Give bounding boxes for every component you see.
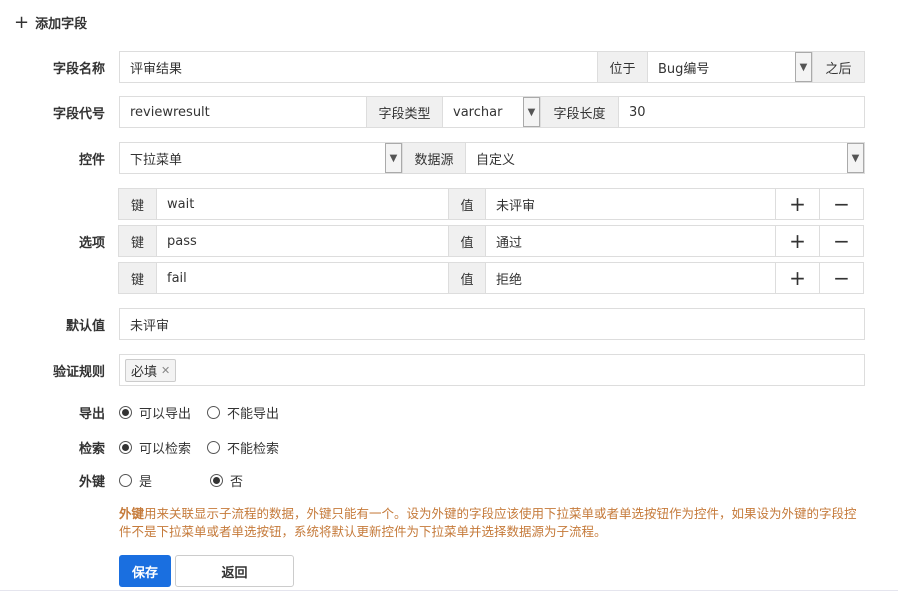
value-addon: 值: [448, 225, 486, 257]
add-option-button[interactable]: +: [775, 225, 820, 257]
remove-option-button[interactable]: −: [819, 262, 864, 294]
save-button[interactable]: 保存: [119, 555, 171, 587]
label: 检索: [78, 441, 105, 457]
fk-note: 外键用来关联显示子流程的数据，外键只能有一个。设为外键的字段应该使用下拉菜单或者…: [119, 506, 857, 539]
field-name-input[interactable]: 评审结果: [119, 51, 598, 83]
radio-fk-no[interactable]: 否: [210, 470, 243, 490]
length-input[interactable]: 30: [618, 96, 865, 128]
remove-option-button[interactable]: −: [819, 188, 864, 220]
option-row: 键 wait 值 未评审 + −: [0, 188, 898, 220]
remove-option-button[interactable]: −: [819, 225, 864, 257]
rules-input[interactable]: 必填 ✕: [119, 354, 865, 386]
add-option-button[interactable]: +: [775, 262, 820, 294]
label: 默认值: [65, 318, 105, 334]
label: 外键: [78, 474, 105, 490]
row-field-name: 字段名称 评审结果 位于 Bug编号 ▼ 之后: [0, 51, 898, 83]
row-rules: 验证规则 必填 ✕: [0, 354, 898, 386]
chevron-down-icon: ▼: [523, 97, 540, 127]
addon: 数据源: [402, 142, 466, 174]
row-field-code: 字段代号 reviewresult 字段类型 varchar ▼ 字段长度 30: [0, 96, 898, 128]
control-select[interactable]: 下拉菜单 ▼: [119, 142, 403, 174]
addon: 字段长度: [540, 96, 619, 128]
row-control: 控件 下拉菜单 ▼ 数据源 自定义 ▼: [0, 142, 898, 174]
value-addon: 值: [448, 188, 486, 220]
add-option-button[interactable]: +: [775, 188, 820, 220]
position-select[interactable]: Bug编号 ▼: [647, 51, 813, 83]
value-addon: 值: [448, 262, 486, 294]
default-input[interactable]: 未评审: [119, 308, 865, 340]
radio-export-yes[interactable]: 可以导出: [119, 402, 191, 422]
label: 控件: [78, 152, 105, 168]
label: 验证规则: [52, 364, 105, 380]
option-key-input[interactable]: pass: [156, 225, 449, 257]
source-select[interactable]: 自定义 ▼: [465, 142, 865, 174]
row-search: 检索 可以检索 不能检索: [0, 437, 898, 457]
radio-fk-yes[interactable]: 是: [119, 470, 152, 490]
chevron-down-icon: ▼: [847, 143, 864, 173]
option-value-input[interactable]: 未评审: [485, 188, 776, 220]
option-value-input[interactable]: 通过: [485, 225, 776, 257]
chevron-down-icon: ▼: [385, 143, 402, 173]
label: 导出: [78, 406, 105, 422]
addon: 字段类型: [366, 96, 443, 128]
field-code-input[interactable]: reviewresult: [119, 96, 367, 128]
rule-tag: 必填 ✕: [125, 358, 177, 382]
label: 字段代号: [52, 106, 105, 122]
row-fk: 外键 是 否: [0, 470, 898, 490]
key-addon: 键: [118, 262, 157, 294]
key-addon: 键: [118, 225, 157, 257]
page-title: + 添加字段: [14, 12, 88, 33]
row-export: 导出 可以导出 不能导出: [0, 402, 898, 422]
radio-export-no[interactable]: 不能导出: [207, 402, 279, 422]
option-row: 键 pass 值 通过 + −: [0, 225, 898, 257]
back-button[interactable]: 返回: [175, 555, 294, 587]
divider: [0, 590, 898, 591]
option-key-input[interactable]: wait: [156, 188, 449, 220]
plus-icon: +: [14, 12, 30, 33]
addon: 之后: [812, 51, 865, 83]
radio-search-no[interactable]: 不能检索: [207, 437, 279, 457]
chevron-down-icon: ▼: [795, 52, 812, 82]
option-key-input[interactable]: fail: [156, 262, 449, 294]
row-default: 默认值 未评审: [0, 308, 898, 340]
option-value-input[interactable]: 拒绝: [485, 262, 776, 294]
type-select[interactable]: varchar ▼: [442, 96, 541, 128]
option-row: 键 fail 值 拒绝 + −: [0, 262, 898, 294]
close-icon[interactable]: ✕: [161, 364, 170, 377]
addon: 位于: [597, 51, 648, 83]
radio-search-yes[interactable]: 可以检索: [119, 437, 191, 457]
label: 字段名称: [52, 61, 105, 77]
key-addon: 键: [118, 188, 157, 220]
